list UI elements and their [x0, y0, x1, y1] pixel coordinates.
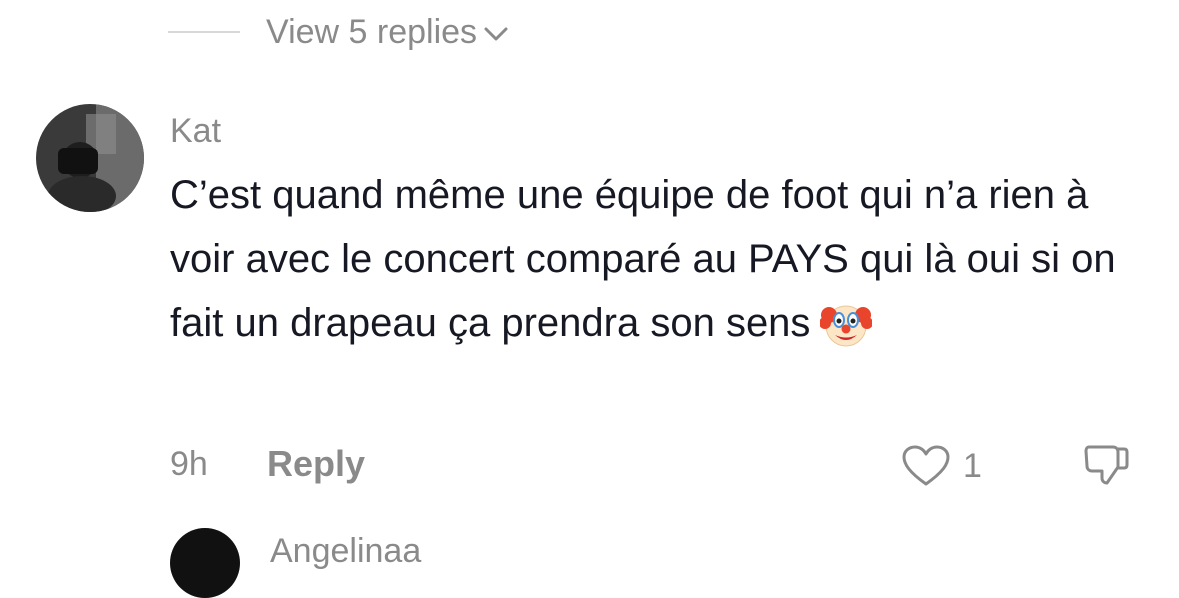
- chevron-down-icon: [484, 27, 508, 41]
- clown-emoji: [819, 298, 874, 369]
- replies-divider-line: [168, 31, 240, 33]
- next-comment-avatar[interactable]: [170, 528, 240, 598]
- like-button[interactable]: 1: [901, 444, 982, 488]
- view-replies-label: View 5 replies: [266, 12, 478, 51]
- next-comment-author[interactable]: Angelinaa: [270, 532, 421, 571]
- view-replies-button[interactable]: View 5 replies: [168, 10, 509, 54]
- comment-timestamp: 9h: [170, 445, 208, 483]
- avatar[interactable]: [36, 104, 144, 212]
- heart-outline-icon: [902, 445, 950, 486]
- comment-author[interactable]: Kat: [170, 112, 221, 151]
- dislike-button[interactable]: [1083, 441, 1131, 494]
- comment-text: C’est quand même une équipe de foot qui …: [170, 163, 1160, 369]
- comment-body: C’est quand même une équipe de foot qui …: [170, 173, 1116, 345]
- like-count: 1: [963, 446, 982, 485]
- reply-button[interactable]: Reply: [267, 443, 365, 485]
- thumbs-down-icon: [1084, 445, 1129, 485]
- avatar-image: [36, 104, 144, 212]
